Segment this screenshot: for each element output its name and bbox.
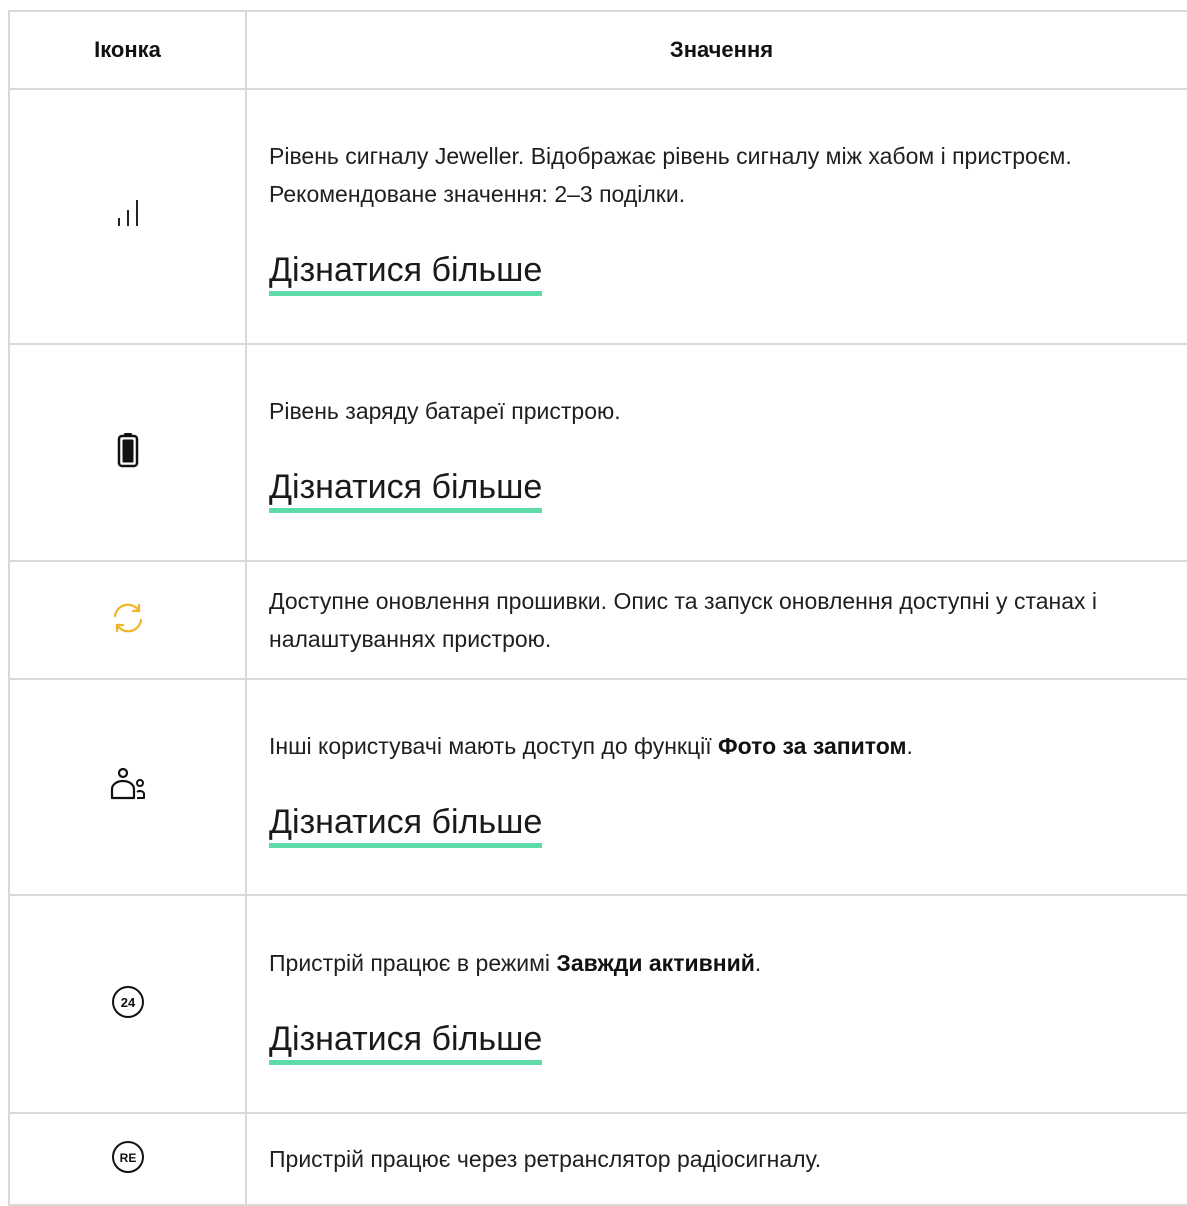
description-cell: Рівень заряду батареї пристрою. Дізнатис… — [245, 343, 1187, 562]
table-header-row: Іконка Значення — [8, 10, 1187, 90]
range-extender-re-icon: RE — [110, 1139, 146, 1180]
icon-cell — [8, 678, 247, 896]
learn-more-link[interactable]: Дізнатися більше — [269, 251, 543, 296]
always-active-24-icon: 24 — [110, 984, 146, 1025]
table-row: Рівень сигналу Jeweller. Відображає ріве… — [8, 88, 1187, 345]
signal-strength-icon — [110, 196, 146, 237]
description-text-start: Інші користувачі мають доступ до функції — [269, 732, 719, 759]
icon-cell: RE — [8, 1112, 247, 1206]
description-text-bold: Фото за запитом — [718, 732, 907, 759]
description-text: Рівень сигналу Jeweller. Відображає ріве… — [269, 143, 1072, 207]
description-text: Інші користувачі мають доступ до функції… — [269, 727, 1186, 765]
description-cell: Пристрій працює в режимі Завжди активний… — [245, 894, 1187, 1114]
table-row: Доступне оновлення прошивки. Опис та зап… — [8, 560, 1187, 680]
learn-more-link[interactable]: Дізнатися більше — [269, 468, 543, 513]
firmware-update-icon — [108, 598, 148, 643]
icon-cell — [8, 343, 247, 562]
description-cell: Рівень сигналу Jeweller. Відображає ріве… — [245, 88, 1187, 345]
description-text-end: . — [906, 732, 913, 759]
learn-more-link[interactable]: Дізнатися більше — [269, 1020, 543, 1065]
description-text: Рівень заряду батареї пристрою. — [269, 398, 621, 424]
description-text-end: . — [754, 949, 762, 976]
description-text-start: Пристрій працює в режимі — [269, 949, 557, 976]
description-text: Пристрій працює в режимі Завжди активний… — [269, 944, 1186, 982]
icons-table: Іконка Значення Рівень сигналу Jeweller.… — [8, 10, 1187, 1206]
table-row: RE Пристрій працює через ретранслятор ра… — [8, 1112, 1187, 1206]
icon-cell — [8, 88, 247, 345]
users-access-icon — [108, 765, 148, 810]
always-active-label: 24 — [120, 995, 135, 1010]
description-cell: Пристрій працює через ретранслятор радіо… — [245, 1112, 1187, 1206]
learn-more-link[interactable]: Дізнатися більше — [269, 803, 543, 848]
description-cell: Інші користувачі мають доступ до функції… — [245, 678, 1187, 896]
battery-icon — [117, 432, 139, 473]
range-extender-label: RE — [119, 1151, 136, 1165]
table-row: Інші користувачі мають доступ до функції… — [8, 678, 1187, 896]
description-text: Доступне оновлення прошивки. Опис та зап… — [269, 588, 1098, 652]
description-text: Пристрій працює через ретранслятор радіо… — [269, 1146, 822, 1172]
icon-cell — [8, 560, 247, 680]
table-row: 24 Пристрій працює в режимі Завжди актив… — [8, 894, 1187, 1114]
table-row: Рівень заряду батареї пристрою. Дізнатис… — [8, 343, 1187, 562]
description-text-bold: Завжди активний — [556, 949, 755, 976]
icon-cell: 24 — [8, 894, 247, 1114]
header-meaning: Значення — [245, 10, 1187, 90]
description-cell: Доступне оновлення прошивки. Опис та зап… — [245, 560, 1187, 680]
header-icon: Іконка — [8, 10, 247, 90]
